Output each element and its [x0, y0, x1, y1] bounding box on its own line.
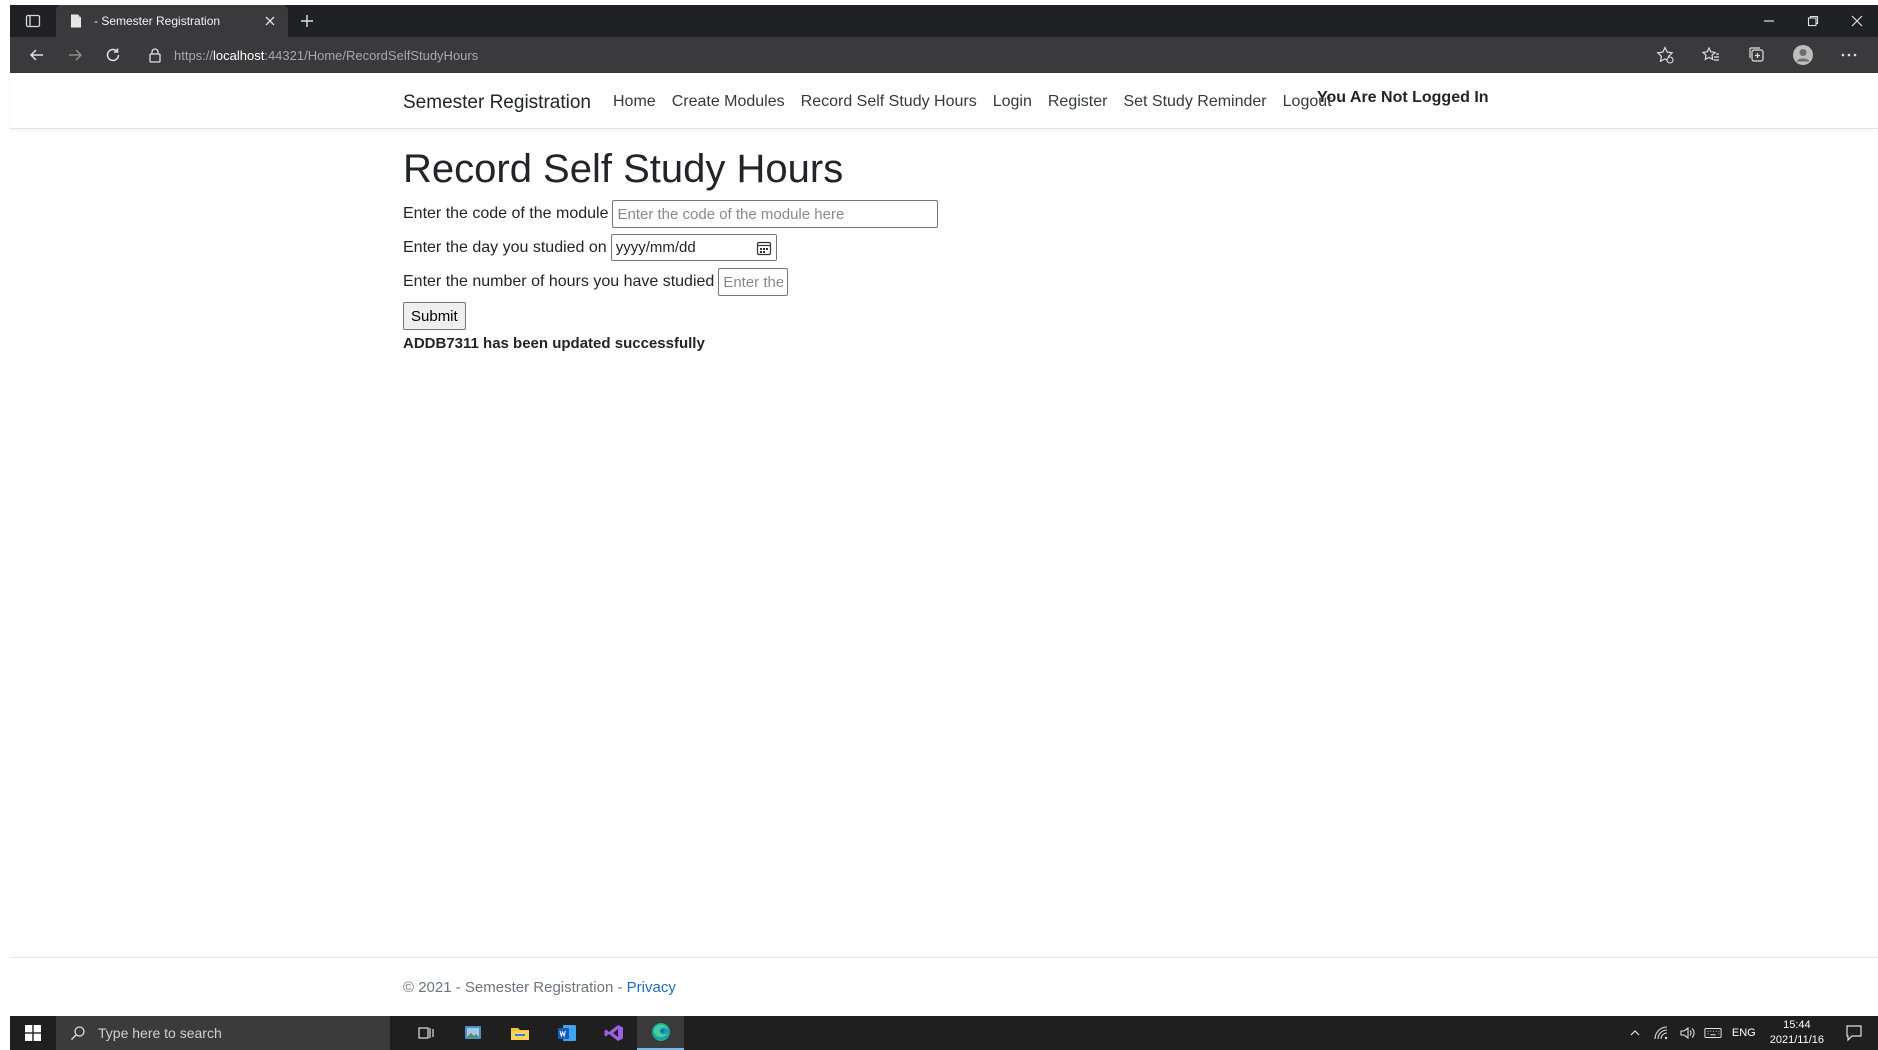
taskbar-apps	[402, 1016, 684, 1050]
task-view-icon[interactable]	[402, 1016, 449, 1050]
hours-input[interactable]	[718, 268, 789, 296]
chevron-up-icon[interactable]	[1626, 1024, 1644, 1042]
status-message: ADDB7311 has been updated successfully	[403, 335, 705, 352]
hours-label: Enter the number of hours you have studi…	[403, 273, 715, 290]
submit-button[interactable]: Submit	[403, 302, 466, 330]
toolbar-right	[1654, 37, 1860, 73]
footer-copyright: © 2021 - Semester Registration -	[403, 979, 627, 996]
module-code-input[interactable]	[612, 200, 939, 228]
plus-icon[interactable]	[298, 12, 316, 30]
restore-icon[interactable]	[1804, 12, 1822, 30]
nav-link-set-study-reminder[interactable]: Set Study Reminder	[1123, 93, 1266, 111]
input-language[interactable]: ENG	[1732, 1027, 1756, 1039]
notification-center-icon[interactable]	[1844, 1023, 1864, 1043]
taskbar-search-box[interactable]: Type here to search	[56, 1016, 390, 1050]
nav-link-create-modules[interactable]: Create Modules	[672, 93, 785, 111]
word-app-icon[interactable]	[543, 1016, 590, 1050]
window-controls	[1760, 5, 1866, 37]
url-host: localhost	[213, 47, 265, 63]
add-favorite-icon[interactable]	[1654, 44, 1676, 66]
favorites-icon[interactable]	[1700, 44, 1722, 66]
bezel-left	[0, 0, 10, 1050]
collections-icon[interactable]	[1746, 44, 1768, 66]
windows-taskbar: Type here to search ENG 15:44 2021/11/16	[10, 1016, 1878, 1050]
site-navbar: Semester Registration Home Create Module…	[10, 73, 1878, 129]
forward-arrow-icon[interactable]	[64, 44, 86, 66]
visual-studio-icon[interactable]	[590, 1016, 637, 1050]
taskbar-clock[interactable]: 15:44 2021/11/16	[1770, 1018, 1824, 1048]
hours-row: Enter the number of hours you have studi…	[403, 268, 789, 296]
tab-title: - Semester Registration	[94, 14, 221, 28]
taskbar-search-placeholder: Type here to search	[98, 1025, 222, 1041]
browser-tab-active[interactable]: - Semester Registration	[56, 5, 288, 37]
url-path: :44321/Home/RecordSelfStudyHours	[264, 47, 479, 63]
nav-link-home[interactable]: Home	[613, 93, 656, 111]
module-code-row: Enter the code of the module	[403, 200, 939, 228]
minimize-icon[interactable]	[1760, 12, 1778, 30]
close-icon[interactable]	[262, 13, 278, 29]
search-icon	[70, 1025, 86, 1041]
photos-app-icon[interactable]	[449, 1016, 496, 1050]
volume-icon[interactable]	[1678, 1024, 1696, 1042]
study-date-input[interactable]: yyyy/mm/dd	[610, 234, 777, 261]
page-icon	[68, 13, 84, 29]
profile-avatar-icon[interactable]	[1792, 44, 1814, 66]
footer-text: © 2021 - Semester Registration - Privacy	[403, 979, 676, 996]
module-code-label: Enter the code of the module	[403, 205, 609, 222]
keyboard-icon[interactable]	[1704, 1024, 1722, 1042]
web-page: Semester Registration Home Create Module…	[10, 73, 1878, 1016]
lock-icon[interactable]	[148, 47, 162, 63]
nav-link-register[interactable]: Register	[1048, 93, 1108, 111]
url-text[interactable]: https://localhost:44321/Home/RecordSelfS…	[174, 48, 478, 63]
address-bar[interactable]: https://localhost:44321/Home/RecordSelfS…	[142, 41, 1642, 69]
network-icon[interactable]	[1652, 1024, 1670, 1042]
nav-links: Home Create Modules Record Self Study Ho…	[613, 93, 1348, 111]
clock-time: 15:44	[1783, 1019, 1811, 1031]
brand-link[interactable]: Semester Registration	[403, 92, 591, 114]
login-status: You Are Not Logged In	[1317, 89, 1489, 106]
back-arrow-icon[interactable]	[26, 44, 48, 66]
refresh-icon[interactable]	[102, 44, 124, 66]
privacy-link[interactable]: Privacy	[627, 979, 676, 996]
nav-link-record-self-study-hours[interactable]: Record Self Study Hours	[801, 93, 977, 111]
site-footer: © 2021 - Semester Registration - Privacy	[10, 957, 1878, 1016]
tab-actions-icon[interactable]	[24, 12, 42, 30]
url-scheme: https://	[174, 47, 214, 63]
browser-tabstrip: - Semester Registration	[10, 5, 1878, 37]
edge-browser-icon[interactable]	[637, 1016, 684, 1050]
window-close-icon[interactable]	[1848, 12, 1866, 30]
study-date-label: Enter the day you studied on	[403, 238, 607, 256]
clock-date: 2021/11/16	[1769, 1034, 1824, 1046]
system-tray: ENG 15:44 2021/11/16	[1622, 1016, 1872, 1050]
study-date-format: yyyy/mm/dd	[615, 239, 696, 256]
more-options-icon[interactable]	[1838, 44, 1860, 66]
calendar-icon[interactable]	[756, 240, 772, 256]
study-date-row: Enter the day you studied on yyyy/mm/dd	[403, 234, 777, 261]
file-explorer-icon[interactable]	[496, 1016, 543, 1050]
windows-start-icon[interactable]	[10, 1016, 56, 1050]
page-title: Record Self Study Hours	[403, 147, 844, 191]
screen: - Semester Registration https://localhos…	[0, 0, 1878, 1050]
nav-link-login[interactable]: Login	[993, 93, 1032, 111]
browser-toolbar: https://localhost:44321/Home/RecordSelfS…	[10, 37, 1878, 73]
